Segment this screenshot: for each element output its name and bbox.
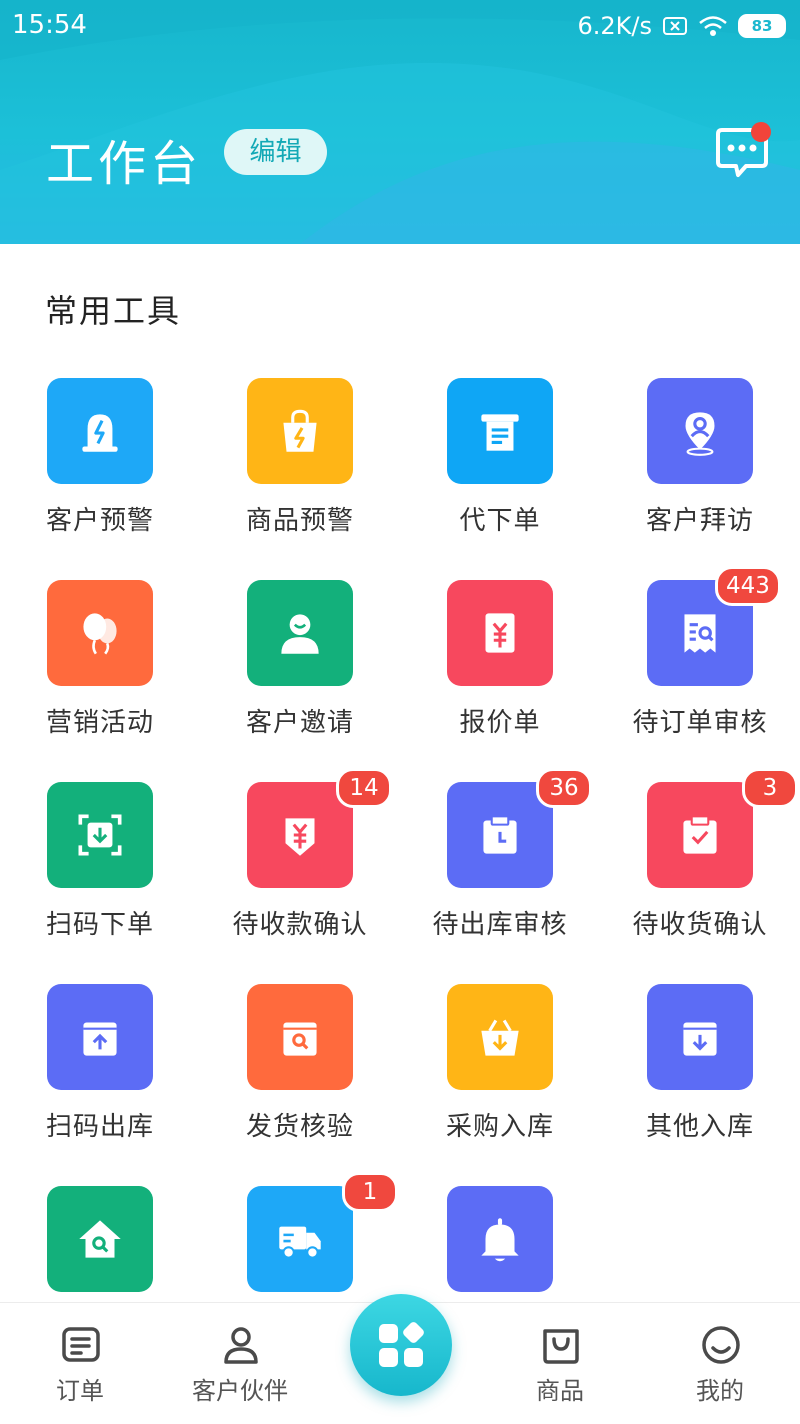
tool-label: 客户邀请: [245, 708, 354, 738]
battery-indicator: 83: [738, 14, 786, 38]
tool-item[interactable]: 3 待收货确认: [600, 768, 800, 972]
tool-label: 采购入库: [445, 1112, 554, 1142]
basket-download-icon: [447, 984, 553, 1090]
tool-item[interactable]: 443 待订单审核: [600, 566, 800, 770]
box-upload-icon: [47, 984, 153, 1090]
smile-icon: [702, 1326, 740, 1364]
tool-item[interactable]: 其他入库: [600, 984, 800, 1174]
house-search-icon: [47, 1186, 153, 1292]
edit-button[interactable]: 编辑: [224, 129, 327, 175]
bell-icon: [447, 1186, 553, 1292]
tool-item[interactable]: 36 待出库审核: [400, 768, 600, 972]
box-download-icon: [647, 984, 753, 1090]
tool-label: 待订单审核: [632, 708, 768, 738]
tool-label: 客户拜访: [645, 506, 754, 536]
nav-mine-label: 我的: [696, 1377, 744, 1405]
tool-label: 扫码出库: [45, 1112, 154, 1142]
workbench-fab[interactable]: [350, 1294, 452, 1396]
nav-customers[interactable]: 客户伙伴: [160, 1303, 320, 1424]
sim-off-icon: [663, 17, 687, 35]
tool-item[interactable]: 扫码出库: [0, 984, 200, 1174]
delivery-truck-icon: [247, 1186, 353, 1292]
user-icon: [247, 580, 353, 686]
yuan-document-icon: [447, 580, 553, 686]
status-bar: 15:54 6.2K/s 83: [0, 0, 800, 56]
status-indicators: 6.2K/s 83: [577, 12, 786, 40]
shopping-bag-bolt-icon: [247, 378, 353, 484]
header: 15:54 6.2K/s 83 工作台 编辑: [0, 0, 800, 244]
tool-label: 代下单: [459, 506, 541, 536]
tool-item[interactable]: 代下单: [400, 378, 600, 568]
tool-item[interactable]: 客户预警: [0, 378, 200, 568]
tool-item[interactable]: 采购入库: [400, 984, 600, 1174]
count-badge: 443: [715, 566, 781, 606]
count-badge: 3: [742, 768, 798, 808]
box-search-icon: [247, 984, 353, 1090]
tool-label: 客户预警: [45, 506, 154, 536]
tool-item[interactable]: 14 待收款确认: [200, 768, 400, 972]
tool-label: 其他入库: [645, 1112, 754, 1142]
location-person-icon: [647, 378, 753, 484]
tool-item[interactable]: 发货核验: [200, 984, 400, 1174]
receipt-printer-icon: [447, 378, 553, 484]
status-time: 15:54: [12, 10, 87, 40]
tool-label: 营销活动: [45, 708, 154, 738]
nav-customers-label: 客户伙伴: [192, 1377, 288, 1405]
nav-orders-label: 订单: [56, 1377, 104, 1405]
nav-orders[interactable]: 订单: [0, 1303, 160, 1424]
section-title: 常用工具: [45, 292, 182, 330]
count-badge: 14: [336, 768, 392, 808]
apps-icon: [379, 1322, 424, 1367]
shopping-bag-icon: [543, 1329, 579, 1364]
tool-item[interactable]: 营销活动: [0, 580, 200, 770]
balloons-icon: [47, 580, 153, 686]
tool-label: 扫码下单: [45, 910, 154, 940]
tool-label: 发货核验: [245, 1112, 354, 1142]
tool-label: 待出库审核: [432, 910, 568, 940]
count-badge: 1: [342, 1172, 398, 1212]
network-speed: 6.2K/s: [577, 12, 653, 40]
alarm-light-icon: [47, 378, 153, 484]
message-notification-dot: [751, 122, 771, 142]
tool-item[interactable]: 商品预警: [200, 378, 400, 568]
tool-item[interactable]: 报价单: [400, 580, 600, 770]
count-badge: 36: [536, 768, 592, 808]
customer-icon: [224, 1327, 258, 1364]
tool-label: 待收货确认: [632, 910, 768, 940]
tool-label: 待收款确认: [232, 910, 368, 940]
nav-mine[interactable]: 我的: [640, 1303, 800, 1424]
page-title: 工作台: [46, 136, 203, 192]
order-icon: [62, 1327, 100, 1362]
wifi-icon: [699, 16, 727, 36]
nav-goods[interactable]: 商品: [480, 1303, 640, 1424]
scan-download-icon: [47, 782, 153, 888]
tool-label: 商品预警: [245, 506, 354, 536]
tool-item[interactable]: 扫码下单: [0, 782, 200, 972]
nav-goods-label: 商品: [536, 1377, 584, 1405]
tool-label: 报价单: [459, 708, 541, 738]
tool-item[interactable]: 客户邀请: [200, 580, 400, 770]
box-check-icon: [647, 782, 753, 888]
tool-item[interactable]: 客户拜访: [600, 378, 800, 568]
